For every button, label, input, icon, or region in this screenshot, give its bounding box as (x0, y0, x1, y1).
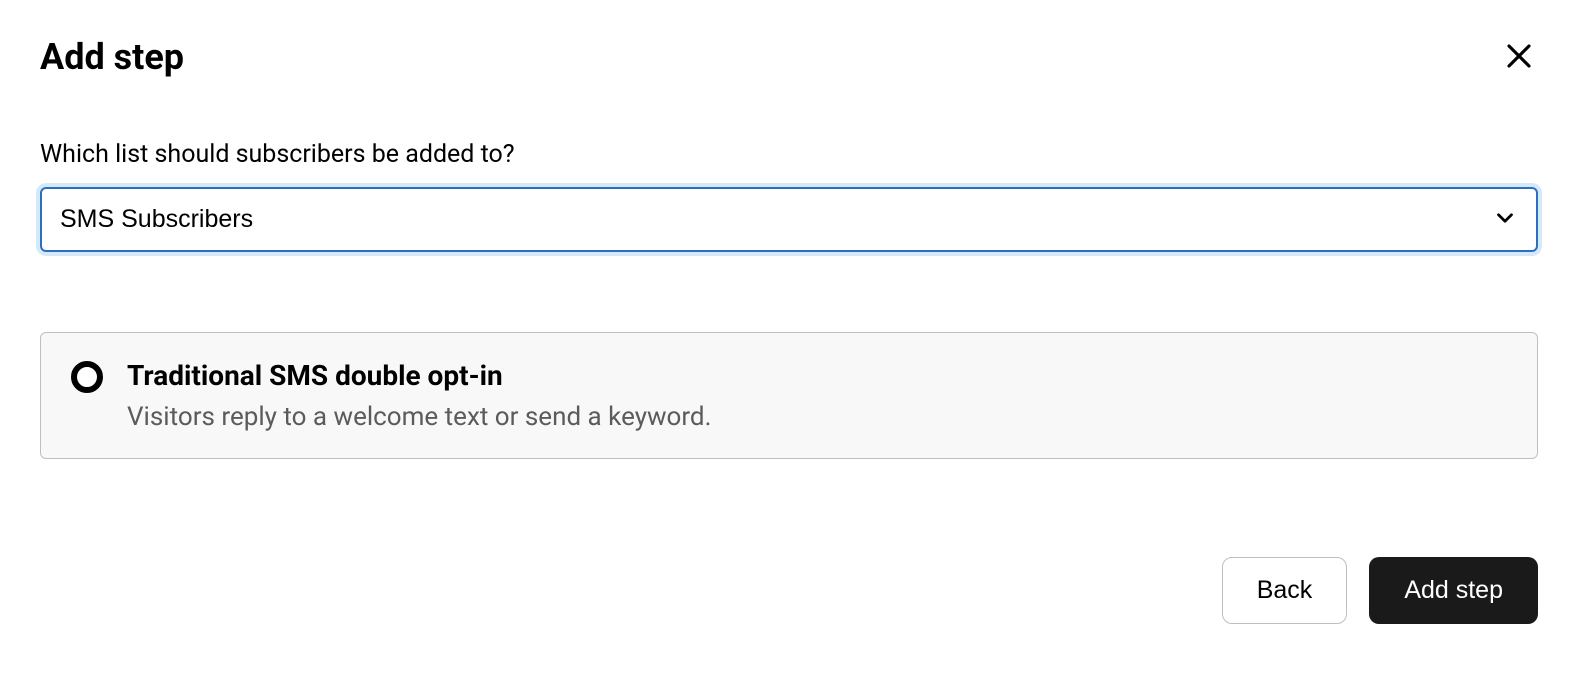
back-button[interactable]: Back (1222, 557, 1348, 624)
radio-selected-icon (71, 361, 103, 393)
option-description: Visitors reply to a welcome text or send… (127, 402, 711, 432)
modal-header: Add step (40, 36, 1538, 78)
modal-title: Add step (40, 36, 184, 78)
list-select-value: SMS Subscribers (60, 205, 253, 234)
list-field: Which list should subscribers be added t… (40, 140, 1538, 252)
option-title: Traditional SMS double opt-in (127, 359, 711, 392)
list-select[interactable]: SMS Subscribers (42, 189, 1536, 250)
add-step-button[interactable]: Add step (1369, 557, 1538, 624)
close-button[interactable] (1500, 37, 1538, 78)
option-text: Traditional SMS double opt-in Visitors r… (127, 359, 711, 432)
list-field-label: Which list should subscribers be added t… (40, 140, 1538, 169)
radio-button[interactable] (71, 361, 103, 393)
modal-footer: Back Add step (40, 557, 1538, 624)
list-select-wrapper: SMS Subscribers (40, 187, 1538, 252)
close-icon (1504, 41, 1534, 74)
optin-option-card[interactable]: Traditional SMS double opt-in Visitors r… (40, 332, 1538, 459)
